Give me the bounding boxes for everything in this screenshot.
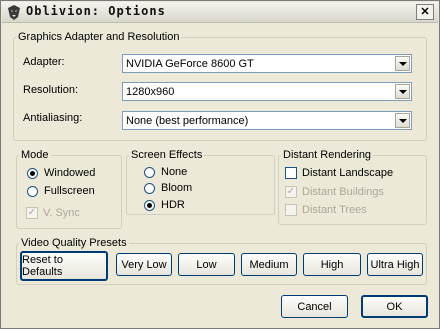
adapter-value: NVIDIA GeForce 8600 GT xyxy=(126,58,254,70)
preset-ultra-high-button[interactable]: Ultra High xyxy=(367,253,423,276)
adapter-dropdown-button[interactable] xyxy=(395,56,410,71)
distant-buildings-checkbox: ✓ Distant Buildings xyxy=(285,186,384,198)
distant-buildings-label: Distant Buildings xyxy=(302,186,384,198)
windowed-radio[interactable]: Windowed xyxy=(27,167,95,179)
effects-none-label: None xyxy=(161,166,188,178)
close-icon: ✕ xyxy=(420,5,430,18)
adapter-label: Adapter: xyxy=(23,56,65,68)
resolution-value: 1280x960 xyxy=(126,86,175,98)
fullscreen-label: Fullscreen xyxy=(44,185,95,197)
effects-bloom-label: Bloom xyxy=(161,182,193,194)
effects-none-radio[interactable]: None xyxy=(144,166,187,178)
antialiasing-value: None (best performance) xyxy=(126,115,249,127)
resolution-select[interactable]: 1280x960 xyxy=(122,82,412,101)
effects-hdr-label: HDR xyxy=(161,199,185,211)
checkbox-empty-icon xyxy=(285,167,297,179)
cancel-button[interactable]: Cancel xyxy=(281,295,348,318)
ok-button[interactable]: OK xyxy=(361,295,428,318)
oblivion-logo-icon xyxy=(6,4,22,20)
distant-trees-label: Distant Trees xyxy=(302,204,367,216)
antialiasing-dropdown-button[interactable] xyxy=(395,113,410,128)
checkmark-icon: ✓ xyxy=(26,207,38,219)
antialiasing-select[interactable]: None (best performance) xyxy=(122,111,412,130)
screen-effects-legend: Screen Effects xyxy=(131,149,203,161)
preset-high-button[interactable]: High xyxy=(303,253,361,276)
window-title: Oblivion: Options xyxy=(26,4,166,18)
checkmark-icon: ✓ xyxy=(285,186,297,198)
graphics-group-legend: Graphics Adapter and Resolution xyxy=(18,31,180,43)
fullscreen-radio[interactable]: Fullscreen xyxy=(27,185,95,197)
adapter-select[interactable]: NVIDIA GeForce 8600 GT xyxy=(122,54,412,73)
distant-landscape-checkbox[interactable]: Distant Landscape xyxy=(285,167,393,179)
mode-group-legend: Mode xyxy=(21,149,49,161)
radio-unselected-icon xyxy=(144,182,155,194)
preset-medium-button[interactable]: Medium xyxy=(241,253,297,276)
title-bar[interactable]: Oblivion: Options ✕ xyxy=(2,2,438,23)
checkbox-empty-icon xyxy=(285,204,297,216)
preset-very-low-button[interactable]: Very Low xyxy=(116,253,172,276)
distant-landscape-label: Distant Landscape xyxy=(302,167,394,179)
chevron-down-icon xyxy=(398,89,407,94)
vsync-checkbox: ✓ V. Sync xyxy=(26,207,80,219)
chevron-down-icon xyxy=(398,61,407,66)
radio-selected-icon xyxy=(144,199,155,211)
effects-bloom-radio[interactable]: Bloom xyxy=(144,182,192,194)
resolution-dropdown-button[interactable] xyxy=(395,84,410,99)
radio-unselected-icon xyxy=(144,166,155,178)
video-presets-legend: Video Quality Presets xyxy=(21,237,127,249)
chevron-down-icon xyxy=(398,118,407,123)
options-window: Oblivion: Options ✕ Graphics Adapter and… xyxy=(0,0,440,329)
preset-low-button[interactable]: Low xyxy=(178,253,235,276)
vsync-label: V. Sync xyxy=(43,207,80,219)
distant-rendering-legend: Distant Rendering xyxy=(283,149,372,161)
radio-unselected-icon xyxy=(27,185,38,197)
distant-trees-checkbox: Distant Trees xyxy=(285,204,367,216)
effects-hdr-radio[interactable]: HDR xyxy=(144,199,185,211)
antialiasing-label: Antialiasing: xyxy=(23,112,83,124)
radio-selected-icon xyxy=(27,167,38,179)
windowed-label: Windowed xyxy=(44,167,96,179)
reset-defaults-button[interactable]: Reset to Defaults xyxy=(20,251,108,281)
close-button[interactable]: ✕ xyxy=(416,4,434,20)
resolution-label: Resolution: xyxy=(23,84,79,96)
